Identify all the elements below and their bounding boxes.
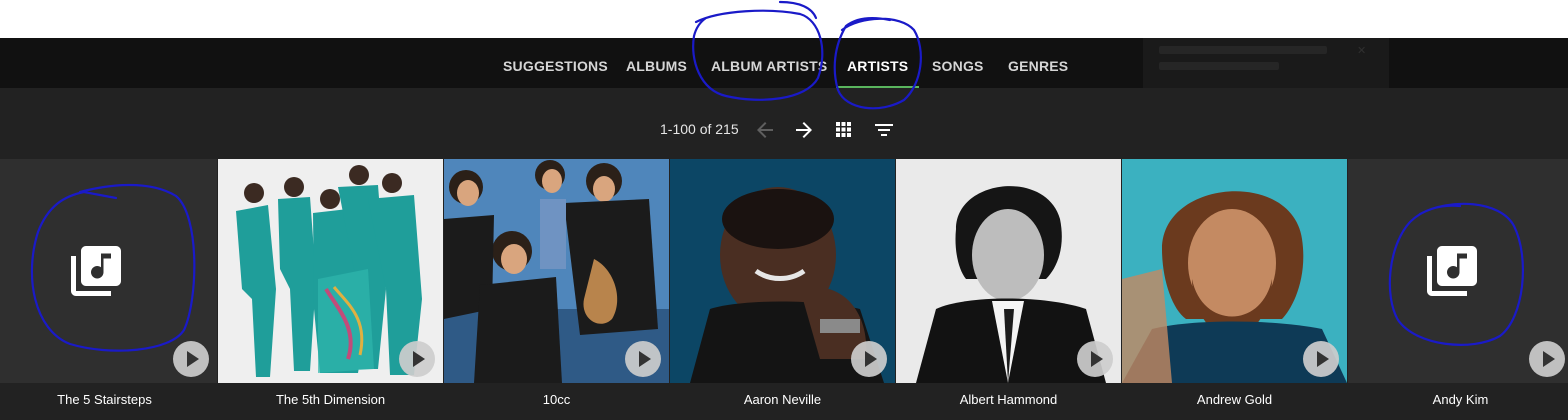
artist-card[interactable]: Albert Hammond: [896, 159, 1121, 420]
artist-name[interactable]: The 5 Stairsteps: [0, 383, 217, 420]
tab-genres[interactable]: GENRES: [1008, 38, 1068, 88]
artist-name[interactable]: Andrew Gold: [1122, 383, 1347, 420]
artist-image-placeholder: [1348, 159, 1568, 383]
tab-albums[interactable]: ALBUMS: [626, 38, 687, 88]
tab-artists[interactable]: ARTISTS: [836, 38, 920, 88]
artist-card[interactable]: Andy Kim: [1348, 159, 1568, 420]
artist-photo: [218, 159, 443, 383]
artist-image-placeholder: [0, 159, 217, 383]
artist-grid: The 5 Stairsteps The 5th Dimension 10cc …: [0, 159, 1568, 420]
artist-card[interactable]: 10cc: [444, 159, 669, 420]
tab-songs[interactable]: SONGS: [932, 38, 984, 88]
faded-notification: ✕: [1143, 38, 1389, 88]
page-range-text: 1-100 of 215: [660, 121, 739, 137]
tab-album-artists[interactable]: ALBUM ARTISTS: [711, 38, 827, 88]
artist-name[interactable]: Andy Kim: [1348, 383, 1568, 420]
artist-card[interactable]: Aaron Neville: [670, 159, 895, 420]
artist-card[interactable]: The 5th Dimension: [218, 159, 443, 420]
top-whitespace: [0, 0, 1568, 38]
artist-photo: [1122, 159, 1347, 383]
artist-name[interactable]: The 5th Dimension: [218, 383, 443, 420]
artist-name[interactable]: Albert Hammond: [896, 383, 1121, 420]
artist-photo: [444, 159, 669, 383]
play-button[interactable]: [625, 341, 661, 377]
pagination-toolbar: 1-100 of 215: [0, 88, 1568, 159]
close-icon: ✕: [1357, 45, 1367, 57]
music-library-icon: [1427, 246, 1477, 296]
artist-name[interactable]: Aaron Neville: [670, 383, 895, 420]
play-button[interactable]: [1529, 341, 1565, 377]
play-button[interactable]: [173, 341, 209, 377]
arrow-forward-icon[interactable]: [792, 118, 816, 142]
artist-photo: [896, 159, 1121, 383]
play-button[interactable]: [1077, 341, 1113, 377]
play-button[interactable]: [851, 341, 887, 377]
tab-suggestions[interactable]: SUGGESTIONS: [503, 38, 608, 88]
music-library-icon: [71, 246, 121, 296]
artist-photo: [670, 159, 895, 383]
artist-card[interactable]: The 5 Stairsteps: [0, 159, 217, 420]
grid-view-icon[interactable]: [833, 118, 857, 142]
play-button[interactable]: [399, 341, 435, 377]
artist-card[interactable]: Andrew Gold: [1122, 159, 1347, 420]
arrow-back-icon[interactable]: [753, 118, 777, 142]
artist-name[interactable]: 10cc: [444, 383, 669, 420]
filter-sort-icon[interactable]: [872, 118, 896, 142]
play-button[interactable]: [1303, 341, 1339, 377]
